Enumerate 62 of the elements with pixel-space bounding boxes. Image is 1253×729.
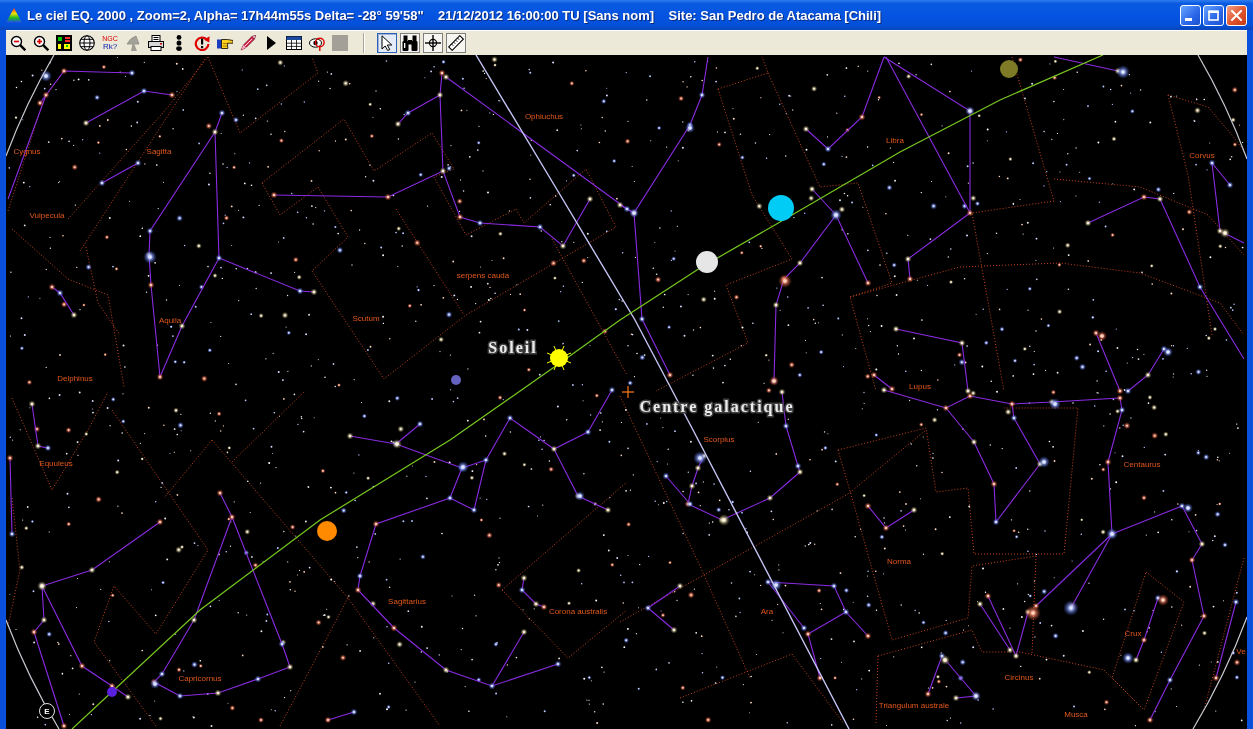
pointer-icon	[379, 35, 395, 51]
zoom-in-icon	[33, 35, 49, 51]
constellation-label: Corvus	[1189, 151, 1215, 160]
constellation-label: Crux	[1124, 629, 1142, 638]
constellation-label: Centaurus	[1123, 460, 1161, 469]
sun-label: Soleil	[488, 339, 538, 356]
constellation-label: Ve	[1236, 647, 1246, 656]
binoculars-tool-button[interactable]	[400, 33, 420, 53]
constellation-label: Corona australis	[548, 607, 608, 616]
binoculars-icon	[402, 35, 418, 51]
pencil-icon	[240, 35, 256, 51]
galactic-center-marker-icon	[621, 385, 635, 399]
constellation-label: Delphinus	[57, 374, 93, 383]
constellation-label: serpens cauda	[456, 271, 510, 280]
maximize-icon	[1208, 9, 1219, 21]
zoom-in-button[interactable]	[31, 33, 51, 53]
color-grid-icon	[56, 35, 72, 51]
constellation-label: Musca	[1064, 710, 1088, 719]
refresh-alert-icon	[194, 35, 210, 51]
table-button[interactable]	[284, 33, 304, 53]
constellation-label: Triangulum australe	[878, 701, 950, 710]
maximize-button[interactable]	[1203, 4, 1224, 26]
sun-icon	[546, 345, 572, 371]
globe-icon	[79, 35, 95, 51]
constellation-label: Ophiuchus	[524, 112, 564, 121]
color-grid-button[interactable]	[54, 33, 74, 53]
app-logo-icon	[6, 7, 22, 23]
zoom-out-icon	[10, 35, 26, 51]
constellation-label: Lupus	[909, 382, 931, 391]
constellation-label: Norma	[887, 557, 911, 566]
constellation-label: Ara	[760, 607, 774, 616]
printer-icon	[148, 35, 164, 51]
table-icon	[286, 35, 302, 51]
constellation-label: Circinus	[1004, 673, 1034, 682]
satellite-dish-icon	[125, 35, 141, 51]
pencil-button[interactable]	[238, 33, 258, 53]
refresh-alert-button[interactable]	[192, 33, 212, 53]
eye-icon	[309, 35, 325, 51]
printer-button[interactable]	[146, 33, 166, 53]
crosshair-tool-button[interactable]	[423, 33, 443, 53]
compass-east-marker: E	[39, 703, 55, 719]
window-title: Le ciel EQ. 2000 , Zoom=2, Alpha= 17h44m55s Delta= -28° 59'58" 21/12/2012 16:00:00 TU [Sans nom] Site: San Pedro de Atacama [Chili]	[27, 7, 882, 23]
globe-button[interactable]	[77, 33, 97, 53]
constellation-label: Vulpecula	[29, 211, 65, 220]
crosshair-icon	[425, 35, 441, 51]
constellation-label: Sagittarius	[388, 597, 426, 606]
constellation-label: Aquila	[158, 316, 182, 325]
constellation-label: Sagitta	[146, 147, 172, 156]
minimize-button[interactable]	[1180, 4, 1201, 26]
zoom-out-button[interactable]	[8, 33, 28, 53]
constellation-label: Scutum	[352, 314, 380, 323]
pointer-tool-button[interactable]	[377, 33, 397, 53]
ruler-icon	[448, 35, 464, 51]
constellation-label: Scorpius	[703, 435, 735, 444]
constellation-label: Libra	[886, 136, 904, 145]
constellation-label: Capricornus	[178, 674, 222, 683]
close-icon	[1231, 9, 1242, 21]
minimize-icon	[1185, 17, 1192, 21]
blank-square-icon	[332, 35, 348, 51]
ruler-tool-button[interactable]	[446, 33, 466, 53]
close-button[interactable]	[1226, 4, 1247, 26]
constellation-label: Equuleus	[39, 459, 73, 468]
